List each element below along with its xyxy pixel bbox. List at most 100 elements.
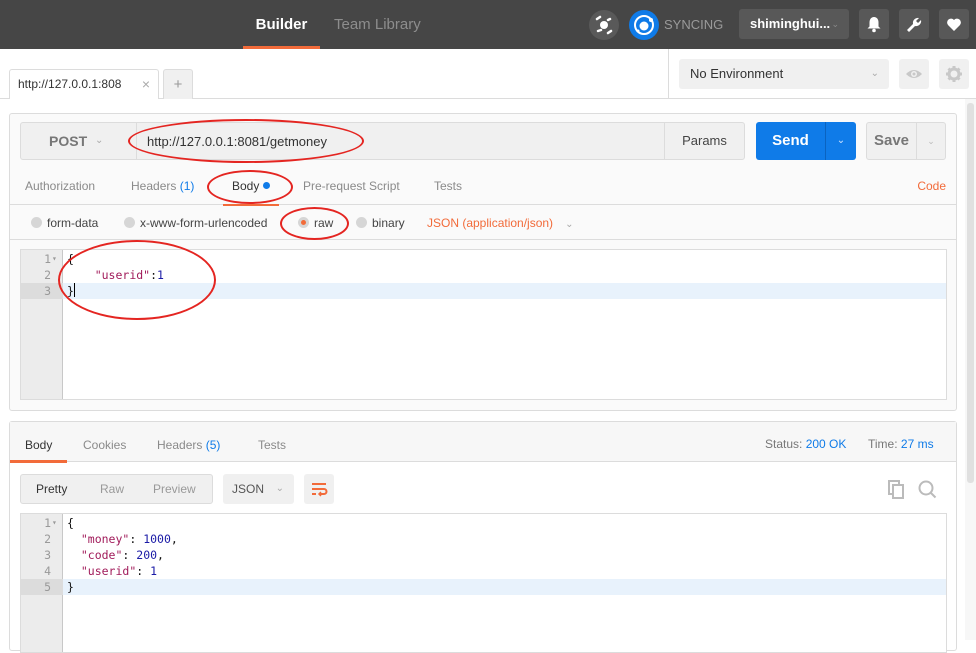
tab-body[interactable]: Body [222, 168, 280, 206]
json-value: 1000 [143, 532, 171, 546]
settings-button[interactable] [899, 9, 929, 39]
username: shiminghui... [750, 16, 831, 31]
radio-binary[interactable]: binary [356, 206, 405, 240]
code-line-active: 3 } [21, 283, 946, 299]
nav-tab-builder[interactable]: Builder [243, 0, 320, 49]
code-text: "userid":1 [94, 268, 164, 282]
tab-tests[interactable]: Tests [434, 168, 462, 205]
save-button[interactable]: Save ⌄ [866, 122, 946, 160]
format-raw[interactable]: Raw [100, 475, 124, 503]
tab-headers[interactable]: Headers (1) [131, 168, 194, 205]
fold-icon[interactable]: ▾ [52, 515, 57, 531]
gear-icon [946, 66, 962, 82]
fold-icon[interactable]: ▾ [52, 251, 57, 267]
code-link[interactable]: Code [917, 168, 946, 205]
save-label: Save [873, 132, 910, 149]
environment-quick-look-button[interactable] [899, 59, 929, 89]
code-line: 1 ▾ { [21, 515, 946, 531]
line-number: 1 [44, 252, 51, 266]
response-time: Time: 27 ms [868, 422, 934, 462]
json-key: "code" [80, 548, 123, 562]
status-value: 200 OK [805, 437, 847, 451]
line-number: 1 [44, 516, 51, 530]
send-button[interactable]: Send ⌄ [756, 122, 856, 160]
close-icon[interactable]: × [142, 70, 150, 99]
headers-count: (1) [179, 179, 195, 193]
format-preview[interactable]: Preview [153, 475, 196, 503]
save-options-chevron-icon[interactable]: ⌄ [916, 123, 945, 159]
notifications-button[interactable] [859, 9, 889, 39]
chevron-down-icon: ⌄ [95, 135, 104, 146]
code-text: "code": 200, [80, 548, 164, 562]
code-line: 4 "userid": 1 [21, 563, 946, 579]
send-options-chevron-icon[interactable]: ⌄ [825, 122, 856, 160]
headers-count: (5) [205, 438, 221, 452]
json-key: "userid" [80, 564, 137, 578]
user-menu-button[interactable]: shiminghui... ⌄ [739, 9, 849, 39]
line-number: 3 [21, 283, 63, 299]
json-key: "money" [80, 532, 130, 546]
method-value: POST [49, 133, 88, 149]
request-tabs: Authorization Headers (1) Body Pre-reque… [10, 168, 956, 206]
copy-button[interactable] [886, 478, 908, 500]
code-text: "userid": 1 [80, 564, 158, 578]
chevron-down-icon: ⌄ [275, 483, 284, 494]
params-button[interactable]: Params [664, 123, 744, 159]
response-tab-tests[interactable]: Tests [258, 422, 286, 462]
code-text: } [67, 580, 74, 594]
add-tab-button[interactable]: + [163, 69, 193, 99]
response-body-viewer[interactable]: 1 ▾ { 2 "money": 1000, 3 "code": 200, 4 "… [20, 513, 947, 653]
sync-icon[interactable] [629, 10, 659, 40]
content-type-select[interactable]: JSON (application/json) ⌄ [427, 206, 573, 240]
interceptor-icon[interactable] [589, 10, 619, 40]
tab-label: Pre-request Script [303, 179, 400, 193]
sync-status: SYNCING [664, 17, 724, 32]
code-line: 2 "money": 1000, [21, 531, 946, 547]
bell-icon [867, 17, 881, 33]
search-icon [918, 480, 937, 499]
response-tab-cookies[interactable]: Cookies [83, 422, 126, 462]
radio-form-data[interactable]: form-data [31, 206, 98, 240]
radio-raw[interactable]: raw [298, 206, 333, 240]
tab-pre-request-script[interactable]: Pre-request Script [303, 168, 400, 205]
tab-label: Authorization [25, 179, 96, 193]
search-button[interactable] [916, 478, 938, 500]
time-value: 27 ms [900, 437, 934, 451]
request-tab[interactable]: http://127.0.0.1:808 × [9, 69, 159, 99]
line-number: 2 [44, 268, 51, 282]
code-text: { [67, 252, 74, 266]
scrollbar[interactable] [965, 99, 976, 640]
format-toggle: Pretty Raw Preview [20, 474, 213, 504]
format-pretty[interactable]: Pretty [36, 475, 67, 503]
time-label: Time: [868, 437, 898, 451]
url-input[interactable] [137, 123, 664, 159]
body-mode-options: form-data x-www-form-urlencoded raw bina… [10, 206, 956, 240]
status-label: Status: [765, 437, 803, 451]
favorites-button[interactable] [939, 9, 969, 39]
tab-label: Body [232, 179, 260, 193]
json-value: 1 [150, 564, 158, 578]
json-key: "userid" [94, 268, 151, 282]
request-bar: POST ⌄ Params [20, 122, 745, 160]
code-text: } [67, 283, 75, 298]
copy-icon [888, 480, 904, 499]
radio-x-www-form-urlencoded[interactable]: x-www-form-urlencoded [124, 206, 267, 240]
response-tab-headers[interactable]: Headers (5) [157, 422, 220, 462]
method-select[interactable]: POST ⌄ [21, 123, 137, 159]
tab-authorization[interactable]: Authorization [25, 168, 95, 205]
wrap-lines-button[interactable] [304, 474, 334, 504]
code-line: 2 "userid":1 [21, 267, 946, 283]
code-line: 1 ▾ { [21, 251, 946, 267]
content-type-value: JSON (application/json) [427, 216, 554, 230]
manage-environments-button[interactable] [939, 59, 969, 89]
heart-icon [947, 18, 961, 31]
environment-select[interactable]: No Environment ⌄ [679, 59, 889, 89]
line-number: 3 [44, 548, 51, 562]
wrench-icon [907, 17, 922, 32]
line-number: 2 [44, 532, 51, 546]
response-tab-body[interactable]: Body [9, 422, 68, 463]
request-body-editor[interactable]: 1 ▾ { 2 "userid":1 3 } [20, 249, 947, 400]
scrollbar-thumb[interactable] [967, 103, 974, 483]
nav-tab-team-library[interactable]: Team Library [334, 0, 421, 49]
response-language-select[interactable]: JSON ⌄ [223, 474, 294, 504]
